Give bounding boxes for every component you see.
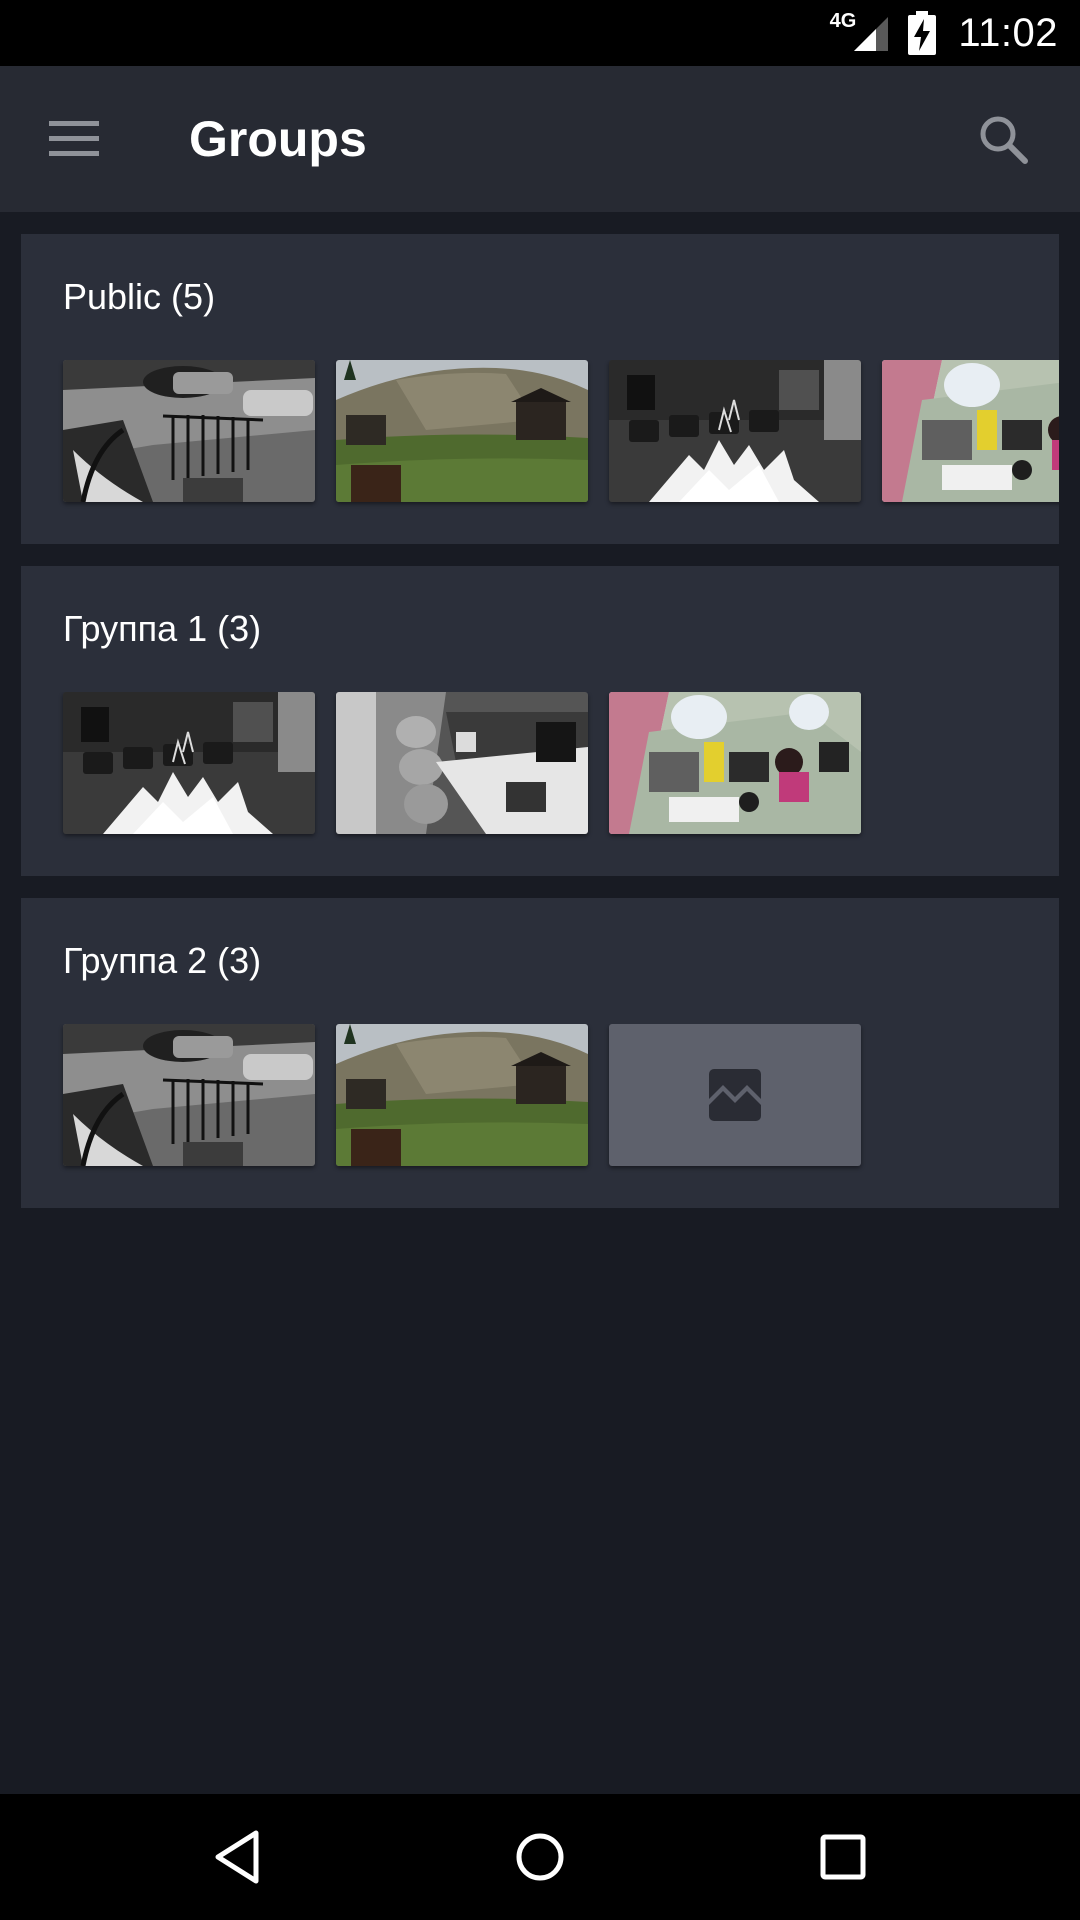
home-button[interactable]: [503, 1822, 577, 1892]
camera-thumbnail-salon[interactable]: [882, 360, 1059, 502]
search-icon: [980, 116, 1028, 164]
back-icon: [215, 1830, 259, 1884]
group-card-public[interactable]: Public (5): [21, 234, 1059, 544]
camera-thumbnail-mountain[interactable]: [336, 360, 588, 502]
groups-list: Public (5) Группа 1 (3) Группа 2 (3): [21, 234, 1059, 1230]
group-title: Public (5): [63, 276, 216, 317]
page-title: Groups: [189, 111, 367, 167]
camera-thumbnail-street[interactable]: [63, 1024, 315, 1166]
network-type-label: 4G: [829, 9, 857, 32]
camera-thumbnail-office[interactable]: [609, 360, 861, 502]
menu-button[interactable]: [34, 104, 114, 174]
back-button[interactable]: [200, 1822, 274, 1892]
thumbnail-row[interactable]: [21, 1024, 1059, 1208]
hamburger-menu-icon: [49, 121, 99, 156]
signal-icon: [854, 17, 889, 51]
camera-thumbnail-store[interactable]: [336, 692, 588, 834]
battery-charging-icon: [908, 11, 937, 55]
group-card-group-2[interactable]: Группа 2 (3): [21, 898, 1059, 1208]
status-clock: 11:02: [958, 10, 1058, 55]
search-button[interactable]: [966, 102, 1040, 176]
camera-thumbnail-mountain[interactable]: [336, 1024, 588, 1166]
home-icon: [516, 1833, 564, 1881]
navigation-bar: [0, 1794, 1080, 1920]
thumbnail-row[interactable]: [21, 692, 1059, 876]
camera-thumbnail-office[interactable]: [63, 692, 315, 834]
camera-thumbnail-placeholder[interactable]: [609, 1024, 861, 1166]
image-placeholder-icon: [709, 1069, 761, 1121]
status-bar: 4G 11:02: [0, 0, 1080, 66]
camera-thumbnail-salon[interactable]: [609, 692, 861, 834]
group-title: Группа 2 (3): [63, 940, 262, 981]
app-bar: Groups: [0, 66, 1080, 212]
recents-button[interactable]: [806, 1822, 880, 1892]
thumbnail-row[interactable]: [21, 360, 1059, 544]
camera-thumbnail-street[interactable]: [63, 360, 315, 502]
recents-icon: [820, 1834, 866, 1880]
group-card-group-1[interactable]: Группа 1 (3): [21, 566, 1059, 876]
group-title: Группа 1 (3): [63, 608, 262, 649]
